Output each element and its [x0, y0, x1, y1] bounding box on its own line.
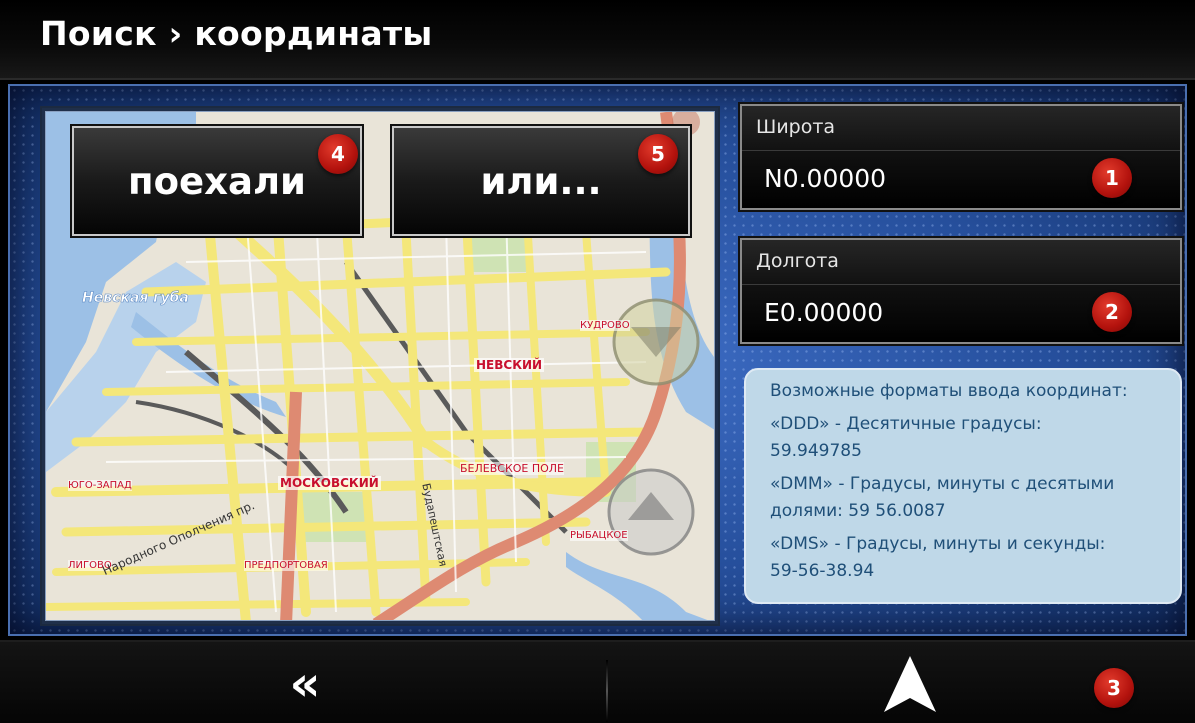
map-label-water: Невская губа [82, 290, 189, 307]
badge-2: 2 [1092, 292, 1132, 332]
map-label-belevskoe: БЕЛЕВСКОЕ ПОЛЕ [460, 462, 565, 475]
page-title: Поиск › координаты [40, 14, 433, 53]
longitude-value[interactable]: E0.00000 [764, 298, 883, 327]
badge-4: 4 [318, 134, 358, 174]
longitude-separator [742, 284, 1180, 285]
info-ddd-example: 59.949785 [770, 441, 862, 461]
info-dms-label: «DMS» - Градусы, минуты и секунды: [770, 534, 1106, 554]
map-label-district: НЕВСКИЙ [474, 358, 545, 372]
navigate-button[interactable] [860, 646, 960, 722]
longitude-label: Долгота [756, 250, 839, 272]
coordinate-formats-info: Возможные форматы ввода координат: «DDD»… [744, 368, 1182, 604]
info-dmm-label: «DMM» - Градусы, минуты с десятыми [770, 474, 1115, 494]
info-dmm-example: долями: 59 56.0087 [770, 501, 946, 521]
info-dms-example: 59-56-38.94 [770, 561, 875, 581]
info-title: Возможные форматы ввода координат: [770, 381, 1128, 401]
or-button-label: или... [480, 159, 602, 203]
map-view[interactable]: Невская губа НЕВСКИЙ КУДРОВО МОСКОВСКИЙ … [45, 111, 715, 621]
footer-bar: « 3 [0, 640, 1195, 723]
badge-5: 5 [638, 134, 678, 174]
map-label-predportovaya: ПРЕДПОРТОВАЯ [244, 560, 328, 571]
map-frame: Невская губа НЕВСКИЙ КУДРОВО МОСКОВСКИЙ … [40, 106, 720, 626]
latitude-separator [742, 150, 1180, 151]
footer-divider [606, 660, 608, 722]
latitude-label: Широта [756, 116, 836, 138]
back-button[interactable]: « [260, 648, 350, 720]
go-button[interactable]: поехали 4 [70, 124, 364, 238]
longitude-field[interactable]: Долгота E0.00000 2 [738, 236, 1184, 346]
badge-3: 3 [1094, 668, 1134, 708]
main-panel: Невская губа НЕВСКИЙ КУДРОВО МОСКОВСКИЙ … [8, 84, 1187, 636]
info-ddd-label: «DDD» - Десятичные градусы: [770, 414, 1042, 434]
or-button[interactable]: или... 5 [390, 124, 692, 238]
latitude-field[interactable]: Широта N0.00000 1 [738, 102, 1184, 212]
header-bar: Поиск › координаты [0, 0, 1195, 80]
latitude-value[interactable]: N0.00000 [764, 164, 886, 193]
go-button-label: поехали [128, 159, 306, 203]
map-label-moskovsky: МОСКОВСКИЙ [278, 476, 381, 490]
map-label-rybatskoe: РЫБАЦКОЕ [570, 530, 628, 541]
navigation-arrow-icon [884, 656, 936, 712]
badge-1: 1 [1092, 158, 1132, 198]
double-chevron-left-icon: « [289, 656, 321, 712]
map-label-yugo-zapad: ЮГО-ЗАПАД [68, 480, 132, 491]
map-label-kudrovo: КУДРОВО [580, 320, 630, 331]
